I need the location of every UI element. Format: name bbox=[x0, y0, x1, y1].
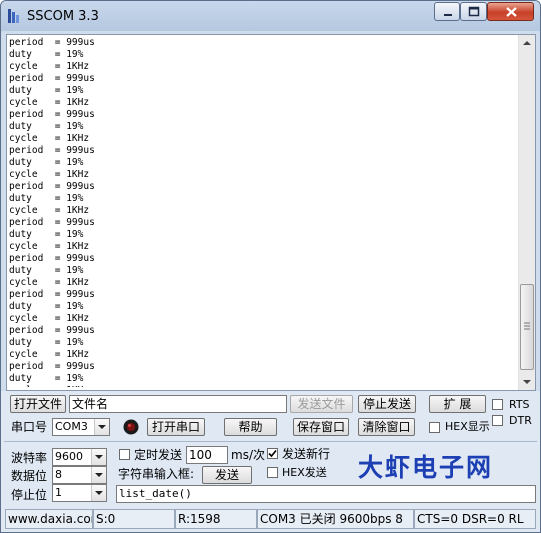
close-button[interactable] bbox=[487, 2, 534, 21]
dtr-checkbox[interactable] bbox=[492, 415, 503, 426]
baud-label: 波特率 bbox=[11, 451, 48, 465]
window-title: SSCOM 3.3 bbox=[27, 9, 99, 24]
status-port: COM3 已关闭 9600bps 8 bbox=[257, 509, 414, 529]
hex-display-checkbox[interactable] bbox=[429, 422, 440, 433]
timed-send-checkbox[interactable] bbox=[119, 449, 130, 460]
output-line: period = 999us bbox=[9, 109, 95, 120]
output-line: cycle = 1KHz bbox=[9, 133, 90, 144]
send-newline-label: 发送新行 bbox=[282, 447, 331, 461]
scroll-up-icon[interactable] bbox=[519, 35, 535, 51]
baud-select[interactable]: 9600 bbox=[52, 448, 107, 466]
rts-label: RTS bbox=[509, 398, 530, 411]
port-select[interactable]: COM3 bbox=[52, 418, 110, 436]
timed-send-label: 定时发送 bbox=[134, 448, 183, 462]
stop-bits-select[interactable]: 1 bbox=[52, 484, 107, 502]
output-line: cycle = 1KHz bbox=[9, 205, 90, 216]
output-line: cycle = 1KHz bbox=[9, 313, 90, 324]
output-line: duty = 19% bbox=[9, 85, 84, 96]
output-line: duty = 19% bbox=[9, 373, 84, 384]
output-line: cycle = 1KHz bbox=[9, 241, 90, 252]
open-file-button[interactable]: 打开文件 bbox=[10, 395, 66, 413]
chevron-down-icon bbox=[95, 491, 103, 495]
interval-unit: ms/次 bbox=[231, 448, 265, 462]
file-name-input[interactable]: 文件名 bbox=[69, 395, 287, 413]
port-value: COM3 bbox=[55, 420, 88, 433]
status-site: www.daxia.cor bbox=[5, 509, 93, 529]
status-bar: www.daxia.cor S:0 R:1598 COM3 已关闭 9600bp… bbox=[3, 509, 538, 530]
status-lines: CTS=0 DSR=0 RL bbox=[414, 509, 536, 529]
minimize-button[interactable] bbox=[434, 2, 460, 21]
output-line: period = 999us bbox=[9, 145, 95, 156]
hex-display-label: HEX显示 bbox=[445, 420, 490, 433]
interval-input[interactable]: 100 bbox=[186, 446, 228, 464]
hex-send-label: HEX发送 bbox=[282, 466, 327, 479]
output-line: duty = 19% bbox=[9, 265, 84, 276]
chevron-down-icon bbox=[95, 455, 103, 459]
status-sent: S:0 bbox=[93, 509, 175, 529]
data-bits-label: 数据位 bbox=[11, 469, 48, 483]
output-line: cycle = 1KHz bbox=[9, 349, 90, 360]
brand-logo-text: 大虾电子网 bbox=[358, 453, 494, 482]
title-bar[interactable]: SSCOM 3.3 bbox=[1, 1, 540, 31]
stop-bits-label: 停止位 bbox=[11, 488, 48, 502]
output-line: cycle = 1KHz bbox=[9, 277, 90, 288]
output-line: cycle = 1KHz bbox=[9, 97, 90, 108]
data-bits-select[interactable]: 8 bbox=[52, 466, 107, 484]
port-label: 串口号 bbox=[11, 420, 48, 434]
baud-value: 9600 bbox=[55, 450, 83, 463]
output-line: duty = 19% bbox=[9, 193, 84, 204]
app-icon bbox=[8, 9, 19, 23]
output-line: duty = 19% bbox=[9, 337, 84, 348]
output-line: duty = 19% bbox=[9, 157, 84, 168]
chevron-down-icon bbox=[95, 473, 103, 477]
grip-icon bbox=[524, 322, 530, 330]
help-button[interactable]: 帮助 bbox=[224, 418, 277, 436]
output-line: duty = 19% bbox=[9, 49, 84, 60]
scroll-thumb[interactable] bbox=[520, 284, 534, 370]
output-line: cycle = 1KHz bbox=[9, 61, 90, 72]
chevron-down-icon bbox=[98, 425, 106, 429]
output-line: duty = 19% bbox=[9, 229, 84, 240]
stop-bits-value: 1 bbox=[55, 486, 62, 499]
send-text-input[interactable]: list_date() bbox=[116, 485, 536, 503]
output-line: period = 999us bbox=[9, 217, 95, 228]
divider bbox=[4, 441, 537, 442]
output-line: duty = 19% bbox=[9, 121, 84, 132]
output-line: period = 999us bbox=[9, 325, 95, 336]
receive-area[interactable]: period = 999us duty = 19% cycle = 1KHz peri… bbox=[6, 34, 536, 391]
output-line: period = 999us bbox=[9, 37, 95, 48]
maximize-button[interactable] bbox=[460, 2, 487, 21]
check-icon bbox=[268, 449, 277, 458]
output-line: period = 999us bbox=[9, 289, 95, 300]
open-port-button[interactable]: 打开串口 bbox=[147, 418, 205, 436]
send-file-button[interactable]: 发送文件 bbox=[290, 395, 353, 413]
status-received: R:1598 bbox=[175, 509, 257, 529]
send-button[interactable]: 发送 bbox=[202, 466, 252, 484]
close-icon bbox=[506, 7, 517, 17]
output-line: duty = 19% bbox=[9, 301, 84, 312]
receive-text: period = 999us duty = 19% cycle = 1KHz peri… bbox=[9, 37, 517, 387]
output-line: period = 999us bbox=[9, 73, 95, 84]
stop-send-button[interactable]: 停止发送 bbox=[358, 395, 416, 413]
output-line: period = 999us bbox=[9, 253, 95, 264]
output-line: cycle = 1KHz bbox=[9, 385, 517, 387]
port-status-light-icon bbox=[123, 419, 139, 435]
maximize-icon bbox=[468, 6, 480, 17]
hex-send-checkbox[interactable] bbox=[267, 467, 278, 478]
send-newline-checkbox[interactable] bbox=[267, 448, 278, 459]
output-line: cycle = 1KHz bbox=[9, 169, 90, 180]
app-window: SSCOM 3.3 period = 999us duty = 19% cycle … bbox=[0, 0, 541, 533]
data-bits-value: 8 bbox=[55, 468, 62, 481]
dtr-label: DTR bbox=[509, 414, 532, 427]
output-line: period = 999us bbox=[9, 361, 95, 372]
output-line: period = 999us bbox=[9, 181, 95, 192]
rts-checkbox[interactable] bbox=[492, 399, 503, 410]
scroll-down-icon[interactable] bbox=[519, 374, 535, 390]
clear-window-button[interactable]: 清除窗口 bbox=[358, 418, 415, 436]
minimize-icon bbox=[444, 14, 452, 16]
expand-button[interactable]: 扩 展 bbox=[429, 395, 486, 413]
vertical-scrollbar[interactable] bbox=[518, 35, 535, 390]
save-window-button[interactable]: 保存窗口 bbox=[293, 418, 349, 436]
string-input-label: 字符串输入框: bbox=[118, 467, 195, 481]
